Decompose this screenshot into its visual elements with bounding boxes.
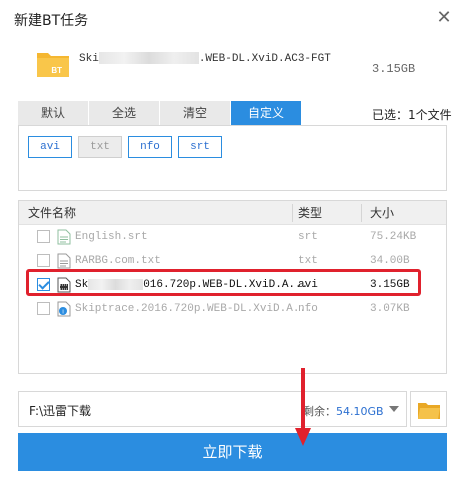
column-divider[interactable] xyxy=(361,204,362,222)
row-checkbox[interactable] xyxy=(37,302,50,315)
file-name: Skiptrace.2016.720p.WEB-DL.XviD.A... xyxy=(75,303,313,315)
column-type[interactable]: 类型 xyxy=(298,201,322,225)
ext-avi-button[interactable]: avi xyxy=(28,136,72,158)
file-name: Sk 016.720p.WEB-DL.XviD.A... xyxy=(75,273,308,297)
extension-filter-panel: avi txt nfo srt xyxy=(18,125,447,191)
row-checkbox[interactable] xyxy=(37,230,50,243)
file-type: txt xyxy=(298,255,318,267)
window-title: 新建BT任务 xyxy=(14,13,89,29)
free-space: 剩余：54.10GB xyxy=(303,403,384,419)
task-name-prefix: Ski xyxy=(79,52,99,65)
file-size: 34.00B xyxy=(370,255,410,267)
table-row[interactable]: English.srt srt 75.24KB xyxy=(19,225,446,249)
folder-icon xyxy=(418,403,440,419)
ext-nfo-button[interactable]: nfo xyxy=(128,136,172,158)
free-space-value: 54.10GB xyxy=(336,405,384,418)
table-row[interactable]: RARBG.com.txt txt 34.00B xyxy=(19,249,446,273)
ext-txt-button[interactable]: txt xyxy=(78,136,122,158)
task-name-suffix: .WEB-DL.XviD.AC3-FGT xyxy=(198,52,331,65)
file-name-prefix: Sk xyxy=(75,279,89,291)
file-size: 75.24KB xyxy=(370,231,417,243)
column-divider[interactable] xyxy=(292,204,293,222)
table-header: 文件名称 类型 大小 xyxy=(19,201,446,225)
browse-folder-button[interactable] xyxy=(410,391,447,427)
tab-custom[interactable]: 自定义 xyxy=(231,101,302,125)
file-type: nfo xyxy=(298,303,318,315)
free-space-label: 剩余： xyxy=(303,405,336,418)
save-path-value[interactable]: F:\迅雷下载 xyxy=(29,402,91,419)
svg-text:i: i xyxy=(62,310,63,316)
table-row[interactable]: Sk 016.720p.WEB-DL.XviD.A... avi 3.15GB xyxy=(19,273,446,297)
task-name: Ski .WEB-DL.XviD.AC3-FGT xyxy=(79,52,331,65)
text-file-icon xyxy=(57,253,71,269)
task-info: BT Ski .WEB-DL.XviD.AC3-FGT 3.15GB xyxy=(0,40,464,90)
column-name[interactable]: 文件名称 xyxy=(28,201,76,225)
info-file-icon: i xyxy=(57,301,71,317)
column-size[interactable]: 大小 xyxy=(370,201,394,225)
tab-default[interactable]: 默认 xyxy=(18,101,89,125)
ext-srt-button[interactable]: srt xyxy=(178,136,222,158)
file-type: srt xyxy=(298,231,318,243)
save-path-field[interactable]: F:\迅雷下载 剩余：54.10GB xyxy=(18,391,407,427)
redacted-text xyxy=(98,52,199,64)
file-size: 3.15GB xyxy=(370,279,410,291)
redacted-text xyxy=(88,278,144,290)
title-bar: 新建BT任务 ✕ xyxy=(0,0,464,36)
text-file-icon xyxy=(57,229,71,245)
file-name: RARBG.com.txt xyxy=(75,255,161,267)
video-file-icon xyxy=(57,277,71,293)
file-name-suffix: 016.720p.WEB-DL.XviD.A... xyxy=(143,279,309,291)
file-size: 3.07KB xyxy=(370,303,410,315)
row-checkbox[interactable] xyxy=(37,254,50,267)
table-row[interactable]: i Skiptrace.2016.720p.WEB-DL.XviD.A... n… xyxy=(19,297,446,321)
folder-badge: BT xyxy=(51,66,62,75)
file-name: English.srt xyxy=(75,231,148,243)
chevron-down-icon[interactable] xyxy=(389,406,399,412)
task-size: 3.15GB xyxy=(372,62,416,76)
file-type: avi xyxy=(298,279,318,291)
bt-folder-icon: BT xyxy=(37,53,69,77)
filter-tabs: 默认 全选 清空 自定义 xyxy=(18,101,302,125)
tab-clear[interactable]: 清空 xyxy=(160,101,231,125)
tab-select-all[interactable]: 全选 xyxy=(89,101,160,125)
file-table: 文件名称 类型 大小 English.srt srt 75.24KB RARBG… xyxy=(18,200,447,374)
download-now-button[interactable]: 立即下载 xyxy=(18,433,447,471)
close-icon[interactable]: ✕ xyxy=(434,8,454,28)
selected-count: 已选：1个文件 xyxy=(372,108,452,122)
row-checkbox[interactable] xyxy=(37,278,50,291)
